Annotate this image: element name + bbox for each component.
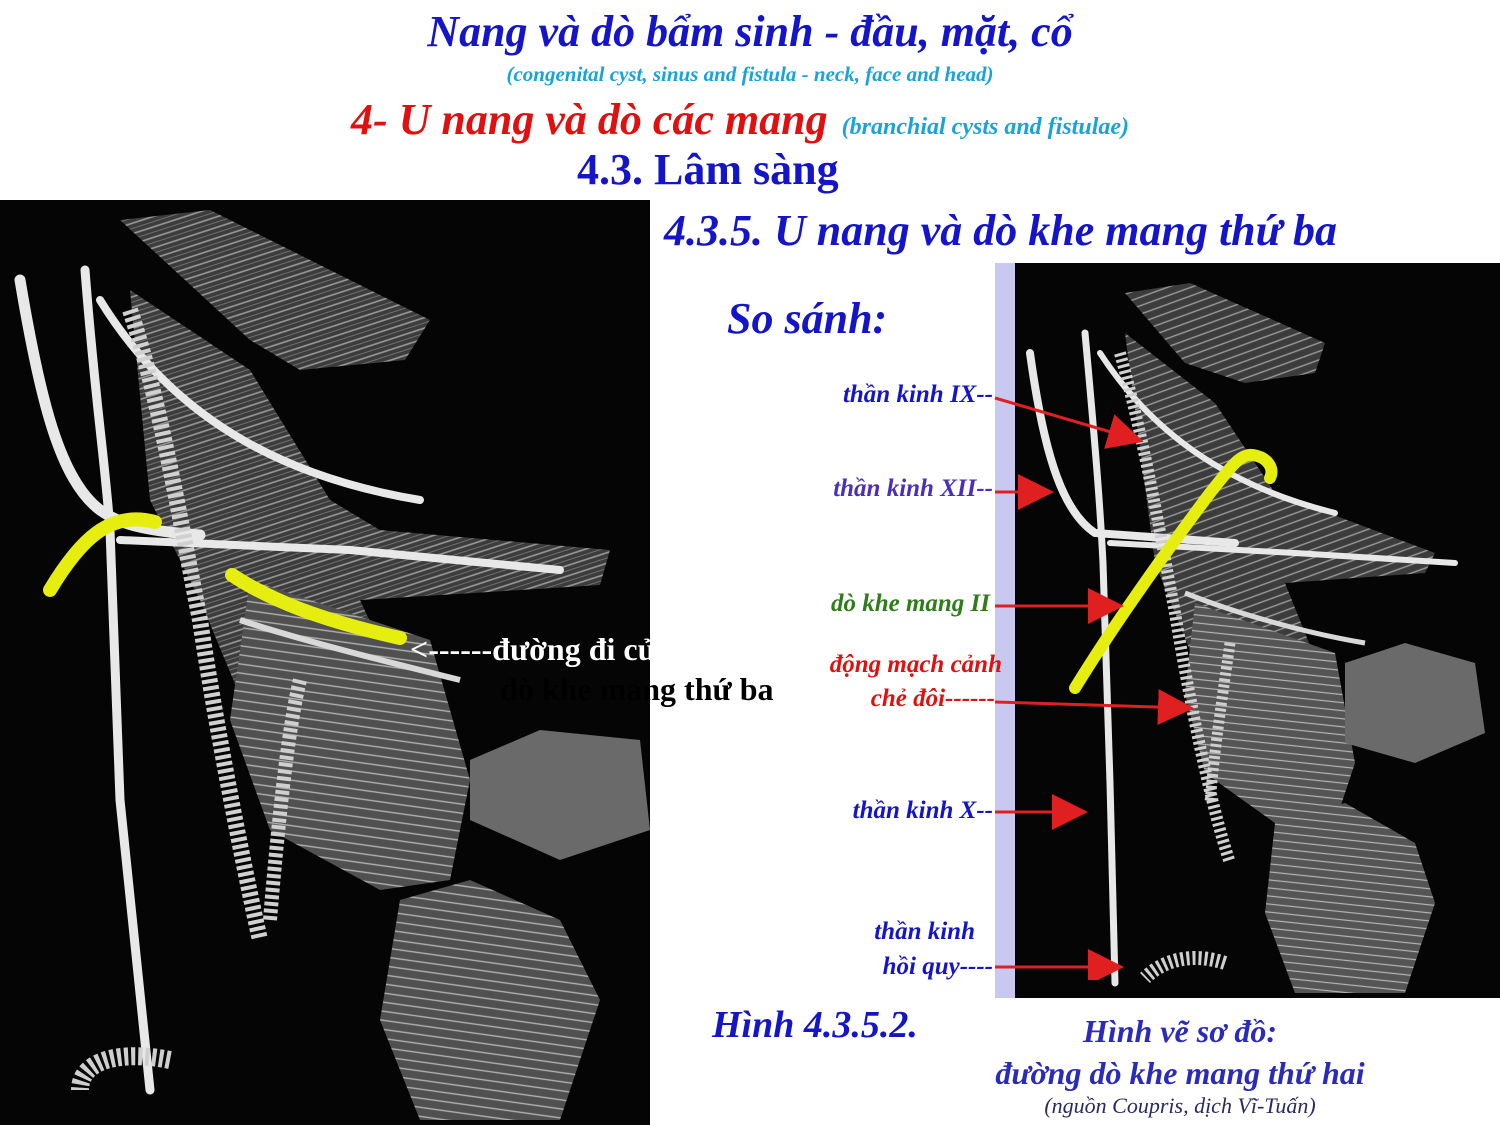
label-nerve-x: thần kinh X-- — [852, 797, 993, 824]
label-nerve-xii: thần kinh XII-- — [833, 475, 993, 502]
slide-subtitle: (congenital cyst, sinus and fistula - ne… — [506, 62, 994, 86]
label-recurrent-nerve: thần kinh — [874, 918, 975, 945]
arrow-carotid-bifurcation — [994, 689, 1194, 726]
caption-line-1: Hình vẽ sơ đồ: — [1082, 1013, 1278, 1049]
subsection-heading: 4.3. Lâm sàng — [577, 145, 839, 194]
figure-source: (nguồn Coupris, dịch Vĩ-Tuấn) — [1044, 1093, 1316, 1118]
label-nerve-ix: thần kinh IX-- — [842, 381, 993, 408]
section-title: 4- U nang và dò các mang — [351, 95, 828, 144]
caption-line-2: đường dò khe mang thứ hai — [995, 1055, 1365, 1091]
compare-label: So sánh: — [727, 294, 888, 343]
section-heading: 4- U nang và dò các mang (branchial cysts… — [0, 94, 1480, 145]
figure-caption: Hình vẽ sơ đồ: đường dò khe mang thứ hai — [940, 1010, 1420, 1094]
slide-title: Nang và dò bẩm sinh - đầu, mặt, cổ — [427, 7, 1073, 56]
label-branchial-fistula-ii: dò khe mang II — [830, 590, 990, 617]
section-title-english: (branchial cysts and fistulae) — [841, 114, 1129, 140]
label-carotid-bifurcation: động mạch cảnh — [829, 651, 1002, 678]
label-arrows — [994, 396, 1194, 980]
label-recurrent-nerve-line2: hồi quy---- — [882, 953, 993, 980]
label-carotid-bifurcation-line2: chẻ đôi------ — [870, 685, 995, 712]
fistula-path-label-line2: dò khe mang thứ ba — [500, 671, 774, 707]
arrow-nerve-ix — [994, 396, 1144, 449]
fistula-path-label: <------đường đi của — [410, 631, 672, 667]
figure-number: Hình 4.3.5.2. — [712, 1004, 918, 1046]
subsubsection-heading: 4.3.5. U nang và dò khe mang thứ ba — [664, 206, 1337, 255]
